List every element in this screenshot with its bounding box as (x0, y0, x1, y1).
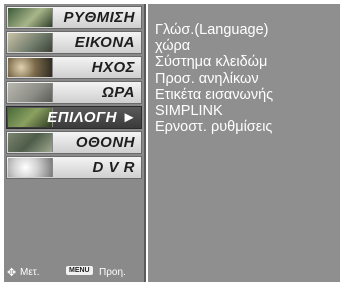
submenu-item-lock-system[interactable]: Σύστημα κλειδώμ (155, 54, 273, 70)
menu-item-label: ΟΘΟΝΗ (75, 134, 135, 151)
menu-item-label: ΗΧΟΣ (91, 59, 135, 76)
setup-thumbnail-icon (8, 8, 53, 27)
menu-item-dvr[interactable]: D V R (6, 156, 142, 179)
submenu-item-language[interactable]: Γλώσ.(Language) (155, 22, 273, 38)
submenu-list: Γλώσ.(Language) χώρα Σύστημα κλειδώμ Προ… (155, 22, 273, 135)
submenu-item-parental[interactable]: Προσ. ανηλίκων (155, 71, 273, 87)
navigation-arrows-icon: ✥ (7, 267, 17, 279)
time-thumbnail-icon (8, 83, 53, 102)
menu-item-label: ΕΙΚΟΝΑ (74, 34, 135, 51)
audio-thumbnail-icon (8, 58, 53, 77)
submenu-item-simplink[interactable]: SIMPLINK (155, 103, 273, 119)
menu-item-picture[interactable]: ΕΙΚΟΝΑ (6, 31, 142, 54)
osd-menu: ΡΥΘΜΙΣΗ ΕΙΚΟΝΑ ΗΧΟΣ ΩΡΑ ΕΠΙΛΟΓΗ ► ΟΘΟΝΗ … (4, 4, 340, 282)
main-menu-panel: ΡΥΘΜΙΣΗ ΕΙΚΟΝΑ ΗΧΟΣ ΩΡΑ ΕΠΙΛΟΓΗ ► ΟΘΟΝΗ … (4, 4, 146, 282)
menu-item-audio[interactable]: ΗΧΟΣ (6, 56, 142, 79)
navigation-hint: Μετ. (20, 267, 40, 278)
submenu-item-country[interactable]: χώρα (155, 38, 273, 54)
submenu-item-input-label[interactable]: Ετικέτα εισανωνής (155, 87, 273, 103)
menu-key-hint: Προη. (99, 267, 126, 278)
menu-item-screen[interactable]: ΟΘΟΝΗ (6, 131, 142, 154)
menu-item-option[interactable]: ΕΠΙΛΟΓΗ ► (6, 106, 142, 129)
dvr-thumbnail-icon (8, 158, 53, 177)
submenu-panel: Γλώσ.(Language) χώρα Σύστημα κλειδώμ Προ… (148, 4, 340, 282)
menu-item-label: ΡΥΘΜΙΣΗ (63, 9, 135, 26)
menu-item-label: ΕΠΙΛΟΓΗ ► (47, 109, 137, 126)
menu-key-badge: MENU (66, 266, 93, 275)
screen-thumbnail-icon (8, 133, 53, 152)
menu-item-label: D V R (92, 159, 135, 176)
menu-item-time[interactable]: ΩΡΑ (6, 81, 142, 104)
menu-footer: ✥ Μετ. MENU Προη. (4, 262, 146, 282)
picture-thumbnail-icon (8, 33, 53, 52)
submenu-item-factory-reset[interactable]: Ερνοστ. ρυθμίσεις (155, 119, 273, 135)
menu-item-label: ΩΡΑ (102, 84, 135, 101)
menu-item-setup[interactable]: ΡΥΘΜΙΣΗ (6, 6, 142, 29)
